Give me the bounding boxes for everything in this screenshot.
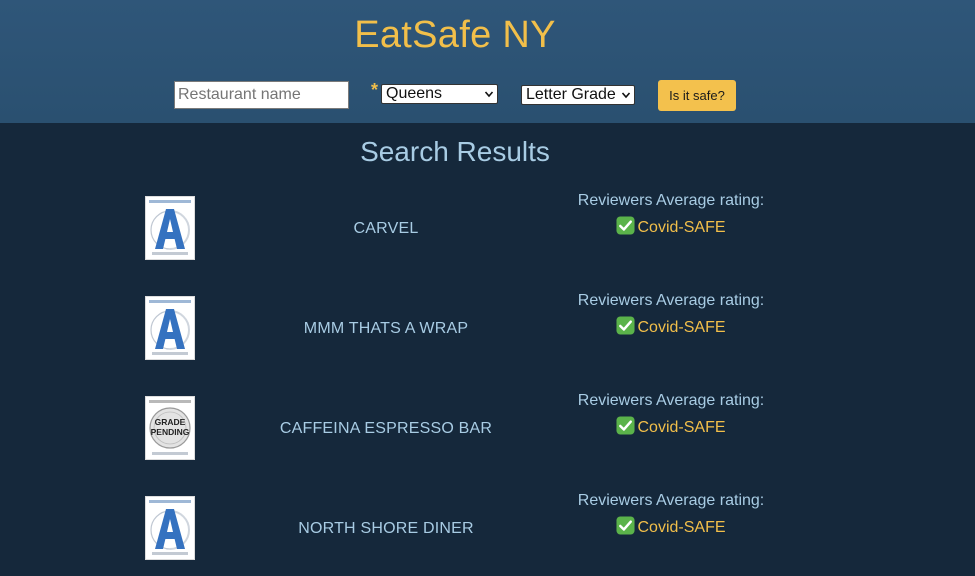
covid-status: Covid-SAFE [540, 216, 802, 237]
grade-a-icon [145, 196, 195, 260]
result-row: NORTH SHORE DINER Reviewers Average rati… [0, 492, 975, 576]
grade-a-icon [145, 496, 195, 560]
app-title: EatSafe NY [354, 14, 556, 56]
header-bar: EatSafe NY * Queens Letter Grade Is it s… [0, 0, 975, 123]
search-results-title: Search Results [360, 136, 550, 167]
restaurant-name-link[interactable]: NORTH SHORE DINER [236, 520, 536, 538]
restaurant-name-input[interactable] [174, 81, 349, 109]
letter-grade-select-value: Letter Grade [526, 86, 616, 103]
covid-status: Covid-SAFE [540, 316, 802, 337]
result-row: CARVEL Reviewers Average rating: Covid-S… [0, 192, 975, 276]
result-row: GRADE PENDING CAFFEINA ESPRESSO BAR Revi… [0, 392, 975, 476]
is-it-safe-button[interactable]: Is it safe? [658, 80, 736, 111]
check-mark-icon [616, 216, 636, 235]
restaurant-name-link[interactable]: CAFFEINA ESPRESSO BAR [236, 420, 536, 438]
borough-select[interactable]: Queens [381, 84, 498, 104]
chevron-down-icon [621, 92, 631, 99]
required-marker: * [371, 80, 379, 100]
reviewers-rating-label: Reviewers Average rating: [577, 192, 765, 209]
result-row: MMM THATS A WRAP Reviewers Average ratin… [0, 292, 975, 376]
covid-status-text: Covid-SAFE [637, 219, 726, 236]
badge-text-grade: GRADE [155, 417, 186, 427]
grade-a-icon [145, 296, 195, 360]
letter-grade-select[interactable]: Letter Grade [521, 85, 635, 105]
check-mark-icon [616, 516, 636, 535]
covid-status-text: Covid-SAFE [637, 319, 726, 336]
restaurant-name-link[interactable]: CARVEL [236, 220, 536, 238]
covid-status-text: Covid-SAFE [637, 519, 726, 536]
grade-pending-icon: GRADE PENDING [145, 396, 195, 460]
badge-text-pending: PENDING [151, 427, 190, 437]
covid-status-text: Covid-SAFE [637, 419, 726, 436]
borough-select-value: Queens [386, 85, 443, 102]
chevron-down-icon [484, 91, 494, 98]
reviewers-rating-label: Reviewers Average rating: [577, 292, 765, 309]
covid-status: Covid-SAFE [540, 516, 802, 537]
check-mark-icon [616, 316, 636, 335]
reviewers-rating-label: Reviewers Average rating: [577, 392, 765, 409]
restaurant-name-link[interactable]: MMM THATS A WRAP [236, 320, 536, 338]
check-mark-icon [616, 416, 636, 435]
covid-status: Covid-SAFE [540, 416, 802, 437]
reviewers-rating-label: Reviewers Average rating: [577, 492, 765, 509]
